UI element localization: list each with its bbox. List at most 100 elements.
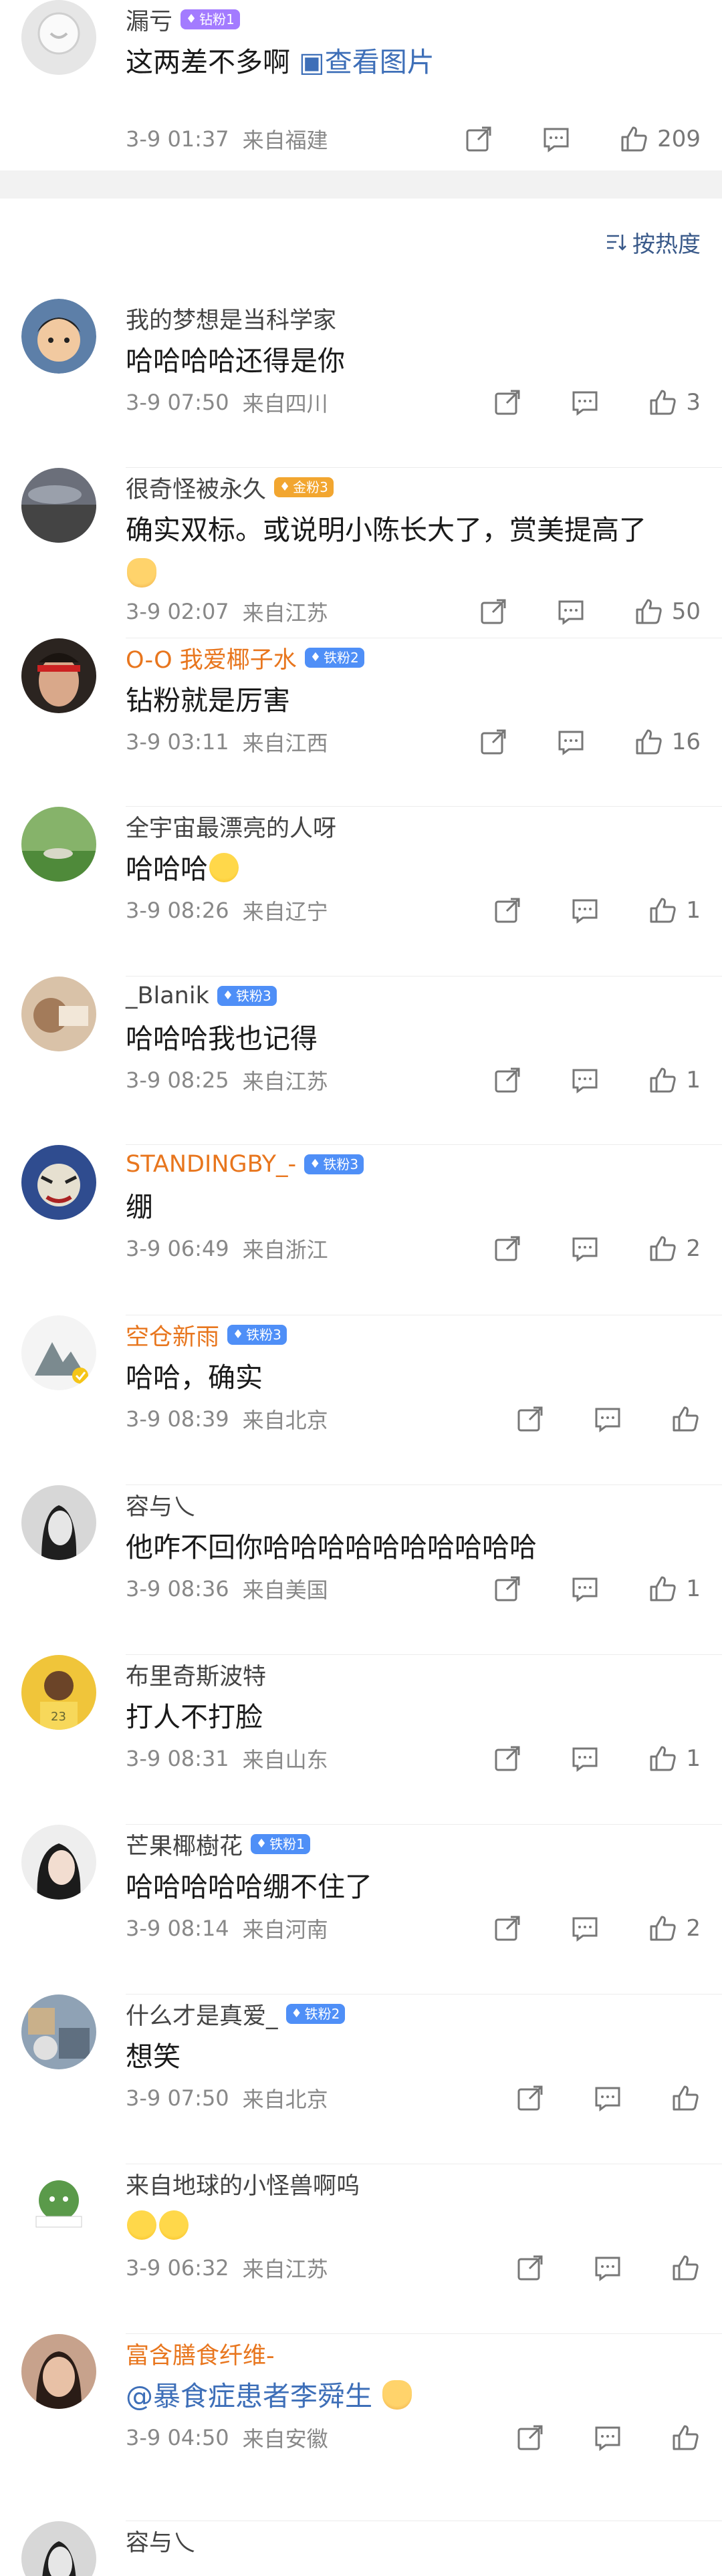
like-button[interactable]: 3	[647, 387, 701, 418]
comment-author[interactable]: 漏亏 ♦ 钻粉1	[126, 3, 240, 36]
author-name[interactable]: O-O 我爱椰子水	[126, 641, 297, 675]
comment-author[interactable]: STANDINGBY_- ♦ 铁粉3	[126, 1148, 364, 1181]
comment-button[interactable]	[592, 2083, 623, 2113]
like-button[interactable]: 16	[633, 727, 701, 757]
share-button[interactable]	[478, 596, 509, 627]
mention-link[interactable]: @暴食症患者李舜生	[126, 2380, 372, 2412]
comment-author[interactable]: 富含膳食纤维-	[126, 2337, 275, 2370]
comment-author[interactable]: 来自地球的小怪兽啊呜	[126, 2167, 360, 2200]
comment-author[interactable]: 空仓新雨 ♦ 铁粉3	[126, 1318, 287, 1351]
avatar[interactable]	[21, 977, 96, 1051]
comment-author[interactable]: 容与乀	[126, 2524, 196, 2557]
like-button[interactable]	[670, 2252, 701, 2283]
share-button[interactable]	[463, 124, 494, 154]
share-button[interactable]	[492, 1573, 523, 1604]
timestamp: 3-9 06:32	[126, 2255, 229, 2281]
share-button[interactable]	[478, 727, 509, 757]
comment-button[interactable]	[541, 124, 572, 154]
location: 来自美国	[242, 1577, 328, 1603]
comment-author[interactable]: 全宇宙最漂亮的人呀	[126, 809, 336, 843]
share-button[interactable]	[515, 2252, 546, 2283]
author-name[interactable]: 全宇宙最漂亮的人呀	[126, 809, 336, 844]
like-button[interactable]: 1	[647, 1065, 701, 1096]
share-button[interactable]	[515, 1404, 546, 1434]
share-button[interactable]	[515, 2422, 546, 2453]
timestamp: 3-9 08:31	[126, 1746, 229, 1771]
comment-author[interactable]: 什么才是真爱_ ♦ 铁粉2	[126, 1997, 346, 2031]
comment-button[interactable]	[570, 895, 600, 926]
avatar[interactable]	[21, 1145, 96, 1220]
share-button[interactable]	[515, 2083, 546, 2113]
avatar[interactable]	[21, 468, 96, 543]
like-button[interactable]: 1	[647, 895, 701, 926]
like-button[interactable]: 50	[633, 596, 701, 627]
comment-body: 打人不打脸	[126, 1701, 263, 1733]
author-name[interactable]: 空仓新雨	[126, 1318, 219, 1352]
comment-author[interactable]: 布里奇斯波特	[126, 1658, 266, 1691]
comment-text: 想笑	[126, 2035, 695, 2079]
avatar[interactable]	[21, 638, 96, 713]
comment-actions: 1	[492, 1742, 701, 1775]
like-button[interactable]: 2	[647, 1913, 701, 1944]
comment-button[interactable]	[592, 2252, 623, 2283]
comment-author[interactable]: 容与乀	[126, 1488, 196, 1521]
like-button[interactable]	[670, 2422, 701, 2453]
author-name[interactable]: 容与乀	[126, 1488, 196, 1522]
avatar[interactable]	[21, 1315, 96, 1390]
author-name[interactable]: 富含膳食纤维-	[126, 2337, 275, 2371]
doge-emoji-icon	[127, 558, 156, 588]
share-button[interactable]	[492, 1743, 523, 1774]
view-image-link[interactable]: ▣查看图片	[299, 46, 435, 78]
sort-button[interactable]: 按热度	[604, 225, 701, 259]
avatar[interactable]	[21, 1994, 96, 2069]
avatar[interactable]	[21, 1825, 96, 1900]
avatar[interactable]	[21, 299, 96, 374]
avatar[interactable]	[21, 1485, 96, 1560]
author-name[interactable]: 很奇怪被永久	[126, 471, 266, 505]
author-name[interactable]: 什么才是真爱_	[126, 1997, 278, 2031]
comment-button[interactable]	[556, 727, 586, 757]
comment-button[interactable]	[570, 387, 600, 418]
avatar[interactable]	[21, 0, 96, 75]
comment-button[interactable]	[570, 1065, 600, 1096]
comment-button[interactable]	[570, 1913, 600, 1944]
thumb-up-icon	[673, 2425, 699, 2450]
author-name[interactable]: 芒果椰樹花	[126, 1827, 243, 1861]
avatar[interactable]: 23	[21, 1655, 96, 1730]
comment-author[interactable]: 芒果椰樹花 ♦ 铁粉1	[126, 1827, 310, 1861]
comment-author[interactable]: 很奇怪被永久 ♦ 金粉3	[126, 471, 334, 504]
share-button[interactable]	[492, 1233, 523, 1264]
avatar[interactable]	[21, 2334, 96, 2409]
like-button[interactable]	[670, 1404, 701, 1434]
diamond-icon: ♦	[291, 2007, 302, 2021]
comment-author[interactable]: _Blanik ♦ 铁粉3	[126, 979, 277, 1013]
location: 来自江苏	[242, 600, 328, 626]
share-button[interactable]	[492, 387, 523, 418]
like-button[interactable]	[670, 2083, 701, 2113]
comment-button[interactable]	[592, 1404, 623, 1434]
like-button[interactable]: 209	[618, 124, 701, 154]
comment-button[interactable]	[570, 1233, 600, 1264]
avatar[interactable]	[21, 2164, 96, 2239]
comment-button[interactable]	[570, 1573, 600, 1604]
author-name[interactable]: 容与乀	[126, 2524, 196, 2558]
like-button[interactable]: 2	[647, 1233, 701, 1264]
author-name[interactable]: _Blanik	[126, 983, 209, 1009]
share-button[interactable]	[492, 1913, 523, 1944]
author-name[interactable]: 漏亏	[126, 3, 172, 37]
avatar[interactable]	[21, 807, 96, 882]
author-name[interactable]: STANDINGBY_-	[126, 1151, 296, 1178]
comment-button[interactable]	[556, 596, 586, 627]
author-name[interactable]: 布里奇斯波特	[126, 1658, 266, 1692]
avatar[interactable]	[21, 2521, 96, 2576]
author-name[interactable]: 我的梦想是当科学家	[126, 301, 336, 336]
share-button[interactable]	[492, 1065, 523, 1096]
share-button[interactable]	[492, 895, 523, 926]
comment-button[interactable]	[570, 1743, 600, 1774]
comment-author[interactable]: 我的梦想是当科学家	[126, 301, 336, 335]
like-button[interactable]: 1	[647, 1743, 701, 1774]
author-name[interactable]: 来自地球的小怪兽啊呜	[126, 2167, 360, 2201]
comment-author[interactable]: O-O 我爱椰子水 ♦ 铁粉2	[126, 641, 364, 674]
like-button[interactable]: 1	[647, 1573, 701, 1604]
comment-button[interactable]	[592, 2422, 623, 2453]
